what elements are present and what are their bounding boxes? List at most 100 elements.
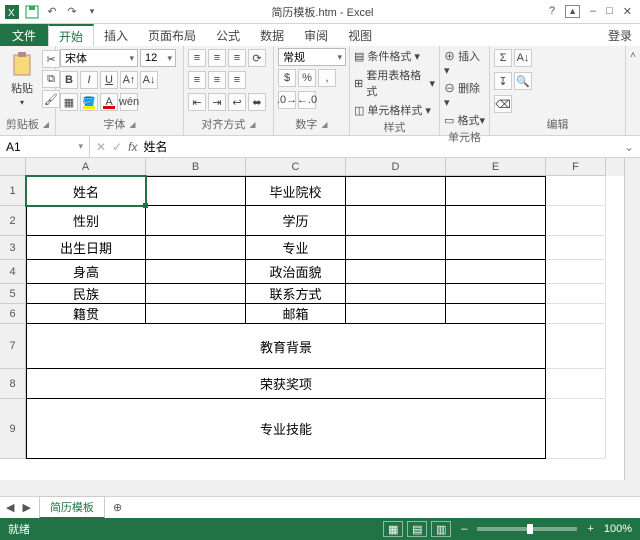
qat-customize-icon[interactable]: ▾: [84, 4, 100, 20]
tab-page-layout[interactable]: 页面布局: [138, 24, 206, 46]
minimize-button[interactable]: –: [590, 5, 596, 18]
cell[interactable]: [346, 304, 446, 324]
tab-insert[interactable]: 插入: [94, 24, 138, 46]
column-header[interactable]: B: [146, 158, 246, 176]
cell[interactable]: 民族: [26, 284, 146, 304]
format-as-table-button[interactable]: ⊞套用表格格式▾: [354, 67, 435, 99]
tab-formulas[interactable]: 公式: [206, 24, 250, 46]
cell[interactable]: 出生日期: [26, 236, 146, 260]
cell[interactable]: [546, 369, 606, 399]
expand-formula-bar-icon[interactable]: ⌄: [618, 140, 640, 154]
row-header[interactable]: 5: [0, 284, 26, 304]
cell[interactable]: [446, 236, 546, 260]
align-left-icon[interactable]: ≡: [188, 71, 206, 89]
column-header[interactable]: C: [246, 158, 346, 176]
sort-filter-icon[interactable]: A↓: [514, 49, 532, 67]
cell[interactable]: [146, 236, 246, 260]
enter-icon[interactable]: ✓: [112, 140, 122, 154]
row-header[interactable]: 9: [0, 399, 26, 459]
cell[interactable]: [546, 260, 606, 284]
cell[interactable]: [446, 206, 546, 236]
number-format-combo[interactable]: ▾: [278, 48, 346, 66]
help-icon[interactable]: ?: [549, 5, 555, 18]
font-size-combo[interactable]: ▾: [140, 49, 176, 67]
fill-color-button[interactable]: 🪣: [80, 93, 98, 111]
dialog-launcher-icon[interactable]: ◢: [129, 120, 135, 129]
zoom-slider[interactable]: [477, 527, 577, 531]
cell[interactable]: [146, 260, 246, 284]
orientation-icon[interactable]: ⟳: [248, 49, 266, 67]
tab-view[interactable]: 视图: [338, 24, 382, 46]
currency-icon[interactable]: $: [278, 69, 296, 87]
page-layout-view-icon[interactable]: ▤: [407, 521, 427, 537]
increase-indent-icon[interactable]: ⇥: [208, 93, 226, 111]
column-header[interactable]: F: [546, 158, 606, 176]
cell[interactable]: [546, 206, 606, 236]
cell[interactable]: 学历: [246, 206, 346, 236]
cell[interactable]: 专业技能: [26, 399, 546, 459]
cell[interactable]: [146, 284, 246, 304]
row-header[interactable]: 7: [0, 324, 26, 369]
cell[interactable]: [346, 236, 446, 260]
row-header[interactable]: 2: [0, 206, 26, 236]
cell[interactable]: [546, 304, 606, 324]
cell[interactable]: [346, 284, 446, 304]
cell[interactable]: 邮箱: [246, 304, 346, 324]
column-header[interactable]: D: [346, 158, 446, 176]
font-name-combo[interactable]: ▾: [60, 49, 138, 67]
add-sheet-button[interactable]: ⊕: [113, 501, 122, 514]
italic-button[interactable]: I: [80, 71, 98, 89]
cell[interactable]: 联系方式: [246, 284, 346, 304]
cell[interactable]: 毕业院校: [246, 176, 346, 206]
number-format-input[interactable]: [279, 51, 334, 63]
align-right-icon[interactable]: ≡: [228, 71, 246, 89]
cell[interactable]: [446, 284, 546, 304]
chevron-down-icon[interactable]: ▾: [78, 141, 83, 152]
cell[interactable]: [146, 176, 246, 206]
undo-icon[interactable]: ↶: [44, 4, 60, 20]
sheet-nav-prev[interactable]: ◀: [6, 501, 14, 514]
row-header[interactable]: 1: [0, 176, 26, 206]
font-decrease-button[interactable]: A↓: [140, 71, 158, 89]
row-header[interactable]: 8: [0, 369, 26, 399]
bold-button[interactable]: B: [60, 71, 78, 89]
cell[interactable]: [346, 206, 446, 236]
wrap-text-icon[interactable]: ↩: [228, 93, 246, 111]
align-middle-icon[interactable]: ≡: [208, 49, 226, 67]
cell[interactable]: 教育背景: [26, 324, 546, 369]
insert-cells-button[interactable]: ⊕ 插入▾: [444, 48, 485, 77]
cell[interactable]: 姓名: [26, 176, 146, 206]
find-icon[interactable]: 🔍: [514, 72, 532, 90]
cell[interactable]: 身高: [26, 260, 146, 284]
cell[interactable]: [446, 260, 546, 284]
cell-styles-button[interactable]: ◫单元格样式▾: [354, 102, 431, 118]
cancel-icon[interactable]: ✕: [96, 140, 106, 154]
cell[interactable]: [446, 176, 546, 206]
column-header[interactable]: A: [26, 158, 146, 176]
column-header[interactable]: E: [446, 158, 546, 176]
ribbon-display-options-icon[interactable]: ▲: [565, 5, 580, 18]
row-header[interactable]: 4: [0, 260, 26, 284]
tab-review[interactable]: 审阅: [294, 24, 338, 46]
worksheet-grid[interactable]: ABCDEF 1姓名毕业院校2性别学历3出生日期专业4身高政治面貌5民族联系方式…: [0, 158, 640, 480]
font-color-button[interactable]: A: [100, 93, 118, 111]
collapse-ribbon-icon[interactable]: ˄: [630, 50, 636, 61]
save-icon[interactable]: [24, 4, 40, 20]
cell[interactable]: [346, 176, 446, 206]
select-all-corner[interactable]: [0, 158, 26, 176]
name-box[interactable]: A1▾: [0, 136, 90, 157]
align-center-icon[interactable]: ≡: [208, 71, 226, 89]
decrease-decimal-icon[interactable]: ←.0: [298, 91, 316, 109]
dialog-launcher-icon[interactable]: ◢: [43, 120, 49, 129]
cell[interactable]: [546, 236, 606, 260]
page-break-view-icon[interactable]: ▥: [431, 521, 451, 537]
font-name-input[interactable]: [61, 52, 126, 64]
increase-decimal-icon[interactable]: .0→: [278, 91, 296, 109]
normal-view-icon[interactable]: ▦: [383, 521, 403, 537]
cell[interactable]: 政治面貌: [246, 260, 346, 284]
cell[interactable]: 性别: [26, 206, 146, 236]
conditional-format-button[interactable]: ▤条件格式▾: [354, 48, 420, 64]
font-size-input[interactable]: [141, 52, 164, 64]
redo-icon[interactable]: ↷: [64, 4, 80, 20]
merge-cells-icon[interactable]: ⬌: [248, 93, 266, 111]
